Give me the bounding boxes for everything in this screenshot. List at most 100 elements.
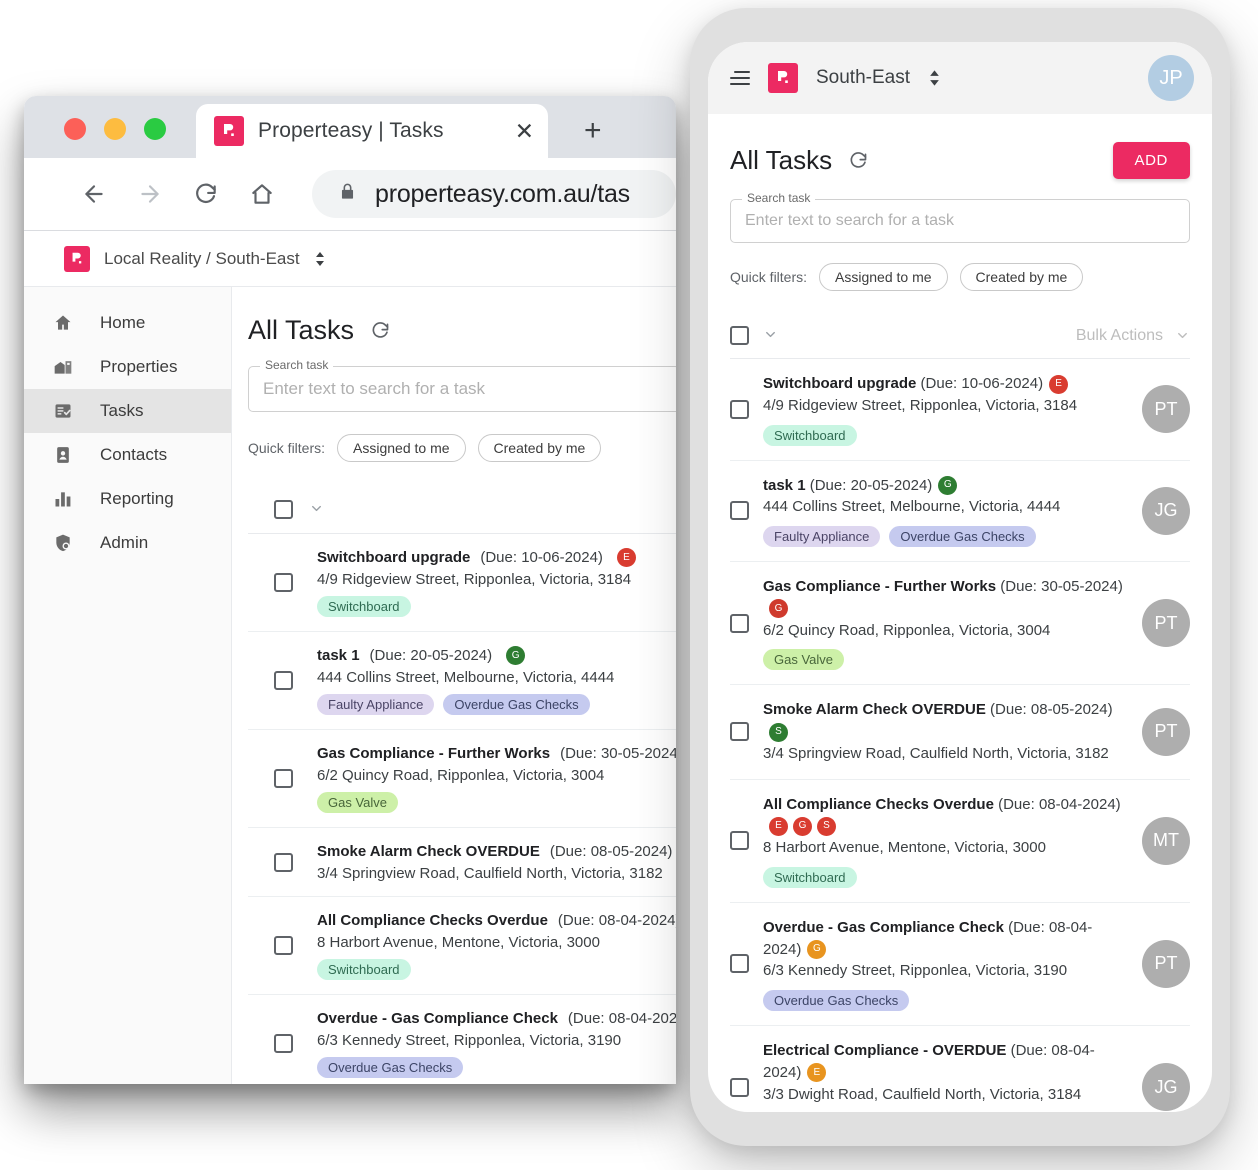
task-tag[interactable]: Switchboard: [763, 866, 857, 888]
task-title-line: All Compliance Checks Overdue (Due: 08-04…: [317, 911, 676, 930]
forward-button[interactable]: [122, 174, 178, 214]
task-details: task 1 (Due: 20-05-2024) G 444 Collins Str…: [763, 475, 1128, 547]
assignee-avatar[interactable]: JG: [1142, 1063, 1190, 1112]
home-button[interactable]: [234, 174, 290, 214]
list-item[interactable]: Gas Compliance - Further Works (Due: 30-…: [730, 562, 1190, 686]
chevron-down-icon[interactable]: [763, 327, 778, 345]
sidebar-item-reporting[interactable]: Reporting: [24, 477, 231, 521]
table-row[interactable]: task 1 (Due: 20-05-2024) G 444 Collins Stre…: [248, 632, 676, 730]
chevron-down-icon[interactable]: [309, 501, 324, 519]
list-item[interactable]: All Compliance Checks Overdue (Due: 08-0…: [730, 780, 1190, 903]
table-row[interactable]: All Compliance Checks Overdue (Due: 08-04…: [248, 897, 676, 995]
mobile-top-bar: South-East JP: [708, 42, 1212, 114]
table-row[interactable]: Gas Compliance - Further Works (Due: 30-0…: [248, 730, 676, 828]
row-checkbox[interactable]: [274, 671, 293, 690]
browser-tab[interactable]: Properteasy | Tasks ✕: [196, 104, 548, 158]
org-switcher-icon[interactable]: [314, 251, 326, 267]
back-button[interactable]: [66, 174, 122, 214]
sidebar-item-contacts[interactable]: Contacts: [24, 433, 231, 477]
select-all-checkbox[interactable]: [730, 326, 749, 345]
row-checkbox[interactable]: [730, 501, 749, 521]
filter-assigned-to-me[interactable]: Assigned to me: [819, 263, 948, 291]
close-tab-icon[interactable]: ✕: [515, 119, 534, 143]
task-due-date: (Due: 08-04-2024): [557, 912, 676, 929]
task-address: 8 Harbort Avenue, Mentone, Victoria, 300…: [763, 839, 1046, 856]
assignee-avatar[interactable]: PT: [1142, 599, 1190, 648]
priority-badge: G: [769, 599, 788, 619]
row-checkbox[interactable]: [730, 613, 749, 633]
sidebar-item-home[interactable]: Home: [24, 301, 231, 345]
task-name: All Compliance Checks Overdue: [763, 795, 994, 813]
screenshot-canvas: Properteasy | Tasks ✕ + properteasy.com.…: [0, 0, 1258, 1170]
user-avatar[interactable]: JP: [1148, 55, 1194, 101]
tag-group: Overdue Gas Checks: [763, 990, 1128, 1011]
row-checkbox[interactable]: [730, 399, 749, 419]
row-checkbox[interactable]: [274, 573, 293, 592]
search-input[interactable]: Search task Enter text to search for a t…: [248, 358, 676, 412]
select-all-checkbox[interactable]: [274, 500, 293, 519]
filter-created-by-me[interactable]: Created by me: [477, 434, 602, 462]
task-tag[interactable]: Faulty Appliance: [317, 694, 435, 715]
task-tag[interactable]: Overdue Gas Checks: [317, 1057, 464, 1078]
row-checkbox[interactable]: [730, 1077, 749, 1097]
assignee-avatar[interactable]: JG: [1142, 486, 1190, 535]
priority-badge: G: [807, 940, 827, 960]
org-switcher-icon[interactable]: [928, 69, 941, 87]
minimize-window-button[interactable]: [104, 118, 126, 140]
refresh-icon[interactable]: [370, 320, 391, 341]
filter-assigned-to-me[interactable]: Assigned to me: [337, 434, 466, 462]
refresh-icon[interactable]: [848, 150, 869, 171]
row-checkbox[interactable]: [274, 1034, 293, 1053]
row-checkbox[interactable]: [730, 954, 749, 974]
task-details: All Compliance Checks Overdue (Due: 08-04…: [317, 911, 676, 980]
sidebar-item-properties[interactable]: Properties: [24, 345, 231, 389]
table-row[interactable]: Switchboard upgrade (Due: 10-06-2024) E 4/9…: [248, 534, 676, 632]
task-tag[interactable]: Switchboard: [763, 424, 857, 446]
assignee-avatar[interactable]: MT: [1142, 816, 1190, 865]
task-tag[interactable]: Switchboard: [317, 959, 411, 980]
row-checkbox[interactable]: [730, 722, 749, 742]
phone-screen: South-East JP All Tasks ADD Search task …: [708, 42, 1212, 1112]
task-title-line: Switchboard upgrade (Due: 10-06-2024) E: [317, 548, 676, 567]
row-checkbox[interactable]: [730, 831, 749, 851]
row-checkbox[interactable]: [274, 769, 293, 788]
task-tag[interactable]: Gas Valve: [763, 649, 845, 671]
search-input[interactable]: Search task Enter text to search for a t…: [730, 191, 1190, 243]
mobile-body: All Tasks ADD Search task Enter text to …: [708, 114, 1212, 1112]
row-checkbox[interactable]: [274, 852, 293, 872]
page-title: All Tasks: [730, 145, 833, 175]
task-tag[interactable]: Overdue Gas Checks: [763, 990, 910, 1011]
assignee-avatar[interactable]: PT: [1142, 939, 1190, 988]
table-row[interactable]: Overdue - Gas Compliance Check (Due: 08-0…: [248, 995, 676, 1084]
sidebar-item-tasks[interactable]: Tasks: [24, 389, 231, 433]
maximize-window-button[interactable]: [144, 118, 166, 140]
sidebar-item-label: Reporting: [100, 489, 174, 508]
assignee-avatar[interactable]: PT: [1142, 385, 1190, 434]
filter-created-by-me[interactable]: Created by me: [959, 263, 1084, 291]
url-omnibox[interactable]: properteasy.com.au/tas: [312, 170, 676, 218]
new-tab-button[interactable]: +: [584, 116, 602, 146]
list-item[interactable]: task 1 (Due: 20-05-2024) G 444 Collins Str…: [730, 461, 1190, 562]
sidebar-item-admin[interactable]: Admin: [24, 521, 231, 565]
list-item[interactable]: Overdue - Gas Compliance Check (Due: 08-…: [730, 903, 1190, 1026]
list-item[interactable]: Electrical Compliance - OVERDUE (Due: 08…: [730, 1026, 1190, 1112]
list-item[interactable]: Smoke Alarm Check OVERDUE (Due: 08-05-20…: [730, 685, 1190, 780]
task-address: 6/2 Quincy Road, Ripponlea, Victoria, 30…: [763, 621, 1051, 639]
hamburger-menu-icon[interactable]: [730, 71, 750, 85]
task-tag[interactable]: Switchboard: [317, 596, 411, 617]
badge-group: G: [769, 599, 788, 619]
add-task-button[interactable]: ADD: [1112, 142, 1190, 179]
close-window-button[interactable]: [64, 118, 86, 140]
table-row[interactable]: Smoke Alarm Check OVERDUE (Due: 08-05-202…: [248, 828, 676, 897]
task-tag[interactable]: Overdue Gas Checks: [889, 526, 1036, 547]
reload-button[interactable]: [178, 174, 234, 214]
task-due-date: (Due: 20-05-2024): [809, 476, 933, 494]
bulk-actions-dropdown[interactable]: Bulk Actions: [1076, 327, 1190, 345]
row-checkbox[interactable]: [274, 936, 293, 955]
task-tag[interactable]: Overdue Gas Checks: [443, 694, 590, 715]
task-tag[interactable]: Gas Valve: [317, 792, 399, 813]
list-item[interactable]: Switchboard upgrade (Due: 10-06-2024) E 4/…: [730, 359, 1190, 461]
quick-filters-label: Quick filters:: [248, 440, 326, 456]
task-tag[interactable]: Faulty Appliance: [763, 526, 881, 547]
assignee-avatar[interactable]: PT: [1142, 707, 1190, 756]
